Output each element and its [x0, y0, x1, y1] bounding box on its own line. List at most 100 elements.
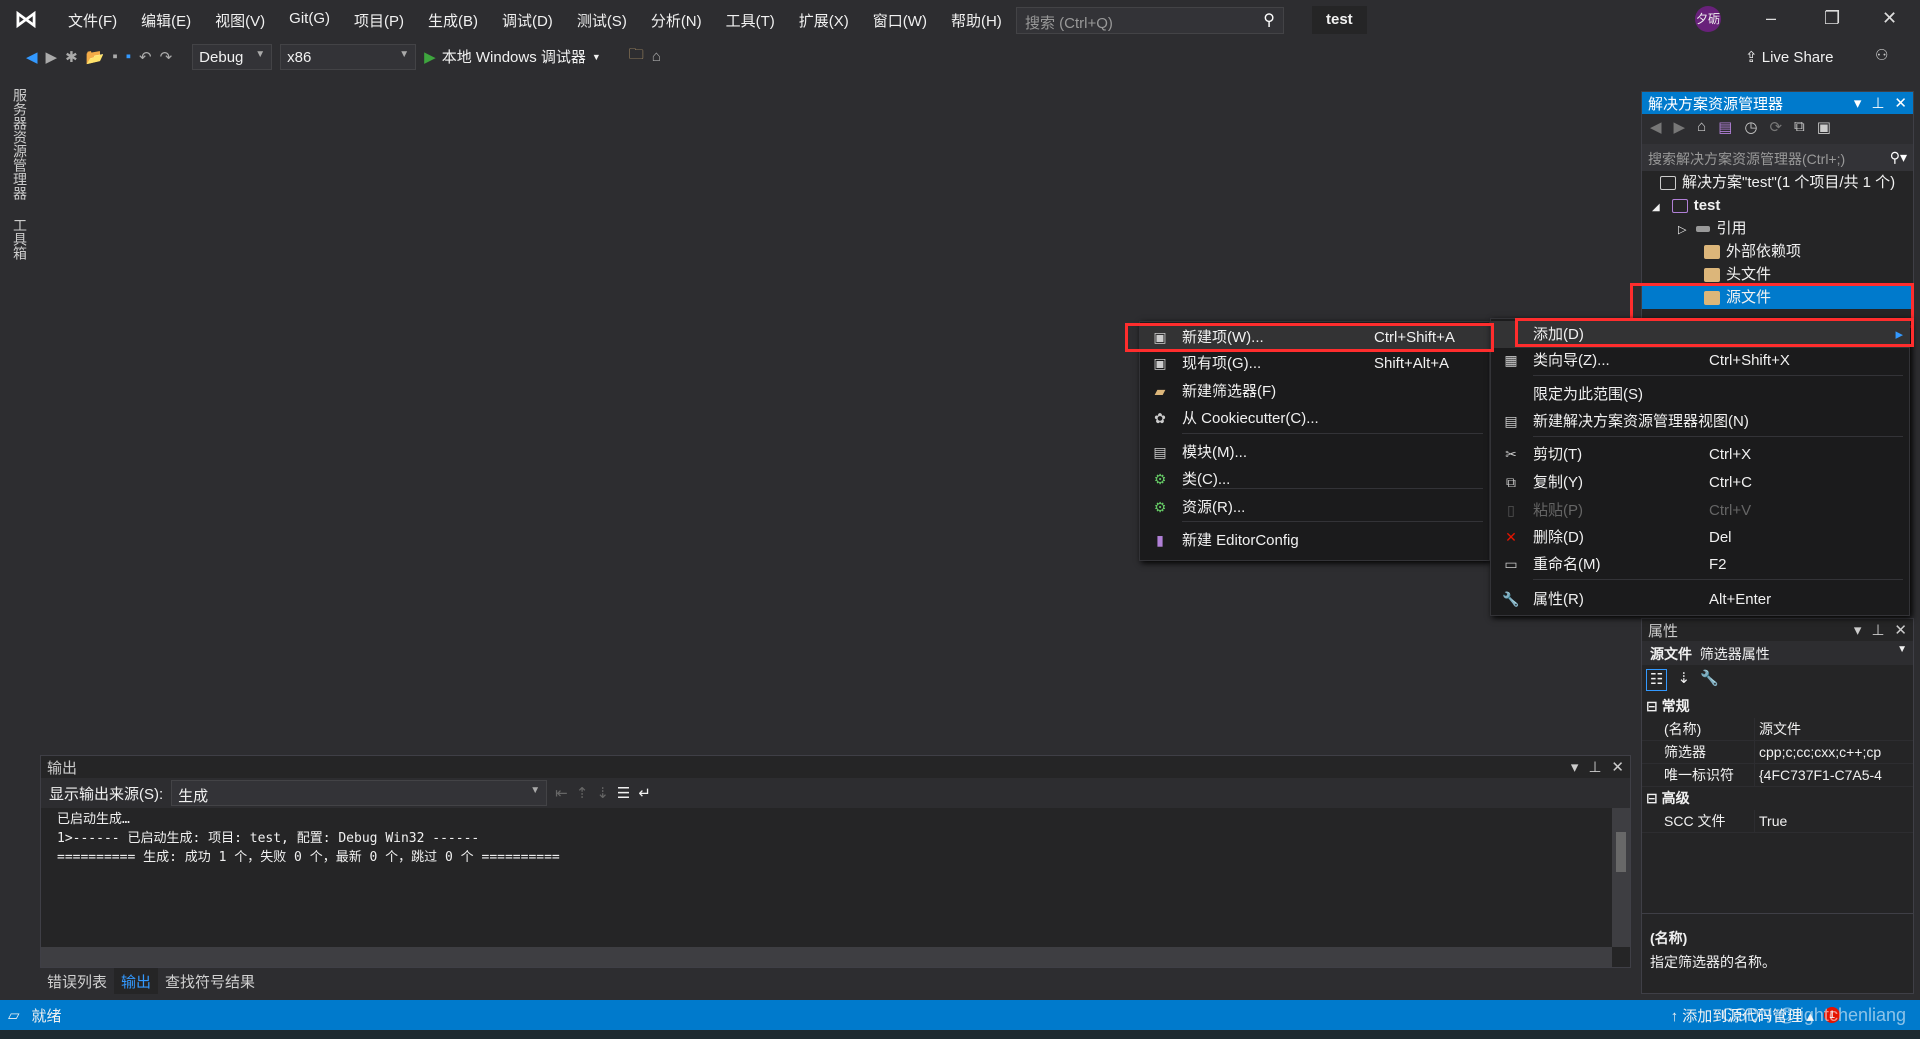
menu-item[interactable]: ✂ 剪切(T) Ctrl+X — [1491, 441, 1909, 468]
pin-icon[interactable]: ⊥ — [1871, 94, 1884, 112]
open-icon[interactable]: 📂 — [86, 48, 105, 66]
collapse-all-icon[interactable]: ⧉ — [1794, 118, 1805, 140]
save-icon[interactable]: ▪ — [112, 48, 117, 65]
menu-item[interactable]: ▮ 新建 EditorConfig — [1140, 527, 1489, 554]
menu-item[interactable]: ▤ 新建解决方案资源管理器视图(N) — [1491, 408, 1909, 435]
search-box[interactable]: 搜索 (Ctrl+Q) ⚲ — [1016, 7, 1284, 34]
menu-item[interactable]: 编辑(E) — [129, 10, 203, 31]
output-source-dropdown[interactable]: 生成 ▼ — [171, 780, 548, 806]
tab-output[interactable]: 输出 — [114, 968, 159, 994]
sync-icon[interactable]: ⟳ — [1769, 118, 1782, 140]
pin-icon[interactable]: ⊥ — [1871, 621, 1884, 639]
property-row[interactable]: SCC 文件 True — [1642, 810, 1913, 833]
platform-dropdown[interactable]: x86 ▼ — [280, 43, 417, 70]
menu-item[interactable]: 工具(T) — [714, 10, 787, 31]
menu-item[interactable]: 生成(B) — [416, 10, 490, 31]
new-project-icon[interactable]: ✱ — [65, 48, 78, 66]
go-to-location-icon[interactable]: ⇤ — [555, 784, 568, 802]
menu-item[interactable]: 🔧 属性(R) Alt+Enter — [1491, 586, 1909, 613]
close-icon[interactable]: ✕ — [1882, 8, 1897, 29]
categorized-icon[interactable]: ☷ — [1646, 669, 1668, 691]
menu-item[interactable]: 测试(S) — [565, 10, 639, 31]
property-row[interactable]: (名称) 源文件 — [1642, 718, 1913, 741]
back-icon[interactable]: ◀ — [1650, 118, 1662, 140]
category-advanced[interactable]: ⊟ 高级 — [1642, 787, 1913, 810]
menu-item[interactable]: 文件(F) — [56, 10, 129, 31]
close-icon[interactable]: ✕ — [1894, 621, 1907, 639]
menu-item[interactable]: 分析(N) — [639, 10, 714, 31]
tab-server-explorer[interactable]: 服务器资源管理器 — [10, 88, 30, 200]
tree-item-solution[interactable]: 解决方案"test"(1 个项目/共 1 个) — [1642, 171, 1913, 194]
menu-item[interactable]: ⚙ 资源(R)... — [1140, 494, 1489, 521]
menu-item[interactable]: ✿ 从 Cookiecutter(C)... — [1140, 405, 1489, 432]
clear-all-icon[interactable]: ☰ — [617, 784, 630, 802]
tree-item-project[interactable]: ◢ test — [1642, 194, 1913, 217]
tab-toolbox[interactable]: 工具箱 — [10, 218, 30, 260]
vertical-scrollbar[interactable] — [1612, 808, 1630, 947]
close-icon[interactable]: ✕ — [1611, 758, 1624, 776]
menu-item[interactable]: ▣ 新建项(W)... Ctrl+Shift+A — [1140, 324, 1489, 351]
menu-item[interactable]: 窗口(W) — [861, 10, 939, 31]
alphabetical-icon[interactable]: ⇣ — [1677, 669, 1690, 691]
menu-item[interactable]: 帮助(H) — [939, 10, 1014, 31]
tree-item-source-files[interactable]: 源文件 — [1642, 286, 1913, 309]
menu-item[interactable]: 添加(D) ▸ — [1491, 321, 1909, 348]
tab-find-symbol-results[interactable]: 查找符号结果 — [158, 968, 262, 994]
config-dropdown[interactable]: Debug ▼ — [192, 43, 273, 70]
tab-error-list[interactable]: 错误列表 — [40, 968, 114, 994]
menu-item[interactable]: Git(G) — [277, 10, 342, 31]
save-all-icon[interactable]: ▪ — [126, 48, 131, 65]
next-message-icon[interactable]: ⇣ — [596, 784, 609, 802]
live-share-button[interactable]: ⇪ Live Share — [1745, 48, 1833, 66]
property-pages-icon[interactable]: 🔧 — [1700, 669, 1719, 691]
property-row[interactable]: 唯一标识符 {4FC737F1-C7A5-4 — [1642, 764, 1913, 787]
minimize-icon[interactable]: – — [1766, 8, 1776, 29]
property-value[interactable]: cpp;c;cc;cxx;c++;cp — [1754, 741, 1913, 763]
solution-search-input[interactable]: 搜索解决方案资源管理器(Ctrl+;) ⚲▾ — [1642, 144, 1913, 171]
dropdown-icon[interactable]: ▾ — [1571, 758, 1579, 776]
menu-item[interactable]: 限定为此范围(S) — [1491, 381, 1909, 408]
property-value[interactable]: True — [1754, 810, 1913, 832]
forward-icon[interactable]: ▶ — [1674, 118, 1686, 140]
browser-link-icon[interactable]: ⌂ — [652, 48, 661, 65]
pending-changes-icon[interactable]: ◷ — [1744, 118, 1757, 140]
find-in-files-icon[interactable]: 🗀 — [629, 44, 644, 69]
forward-icon[interactable]: ▶ — [46, 48, 58, 66]
menu-item[interactable]: ▦ 类向导(Z)... Ctrl+Shift+X — [1491, 347, 1909, 374]
menu-item[interactable]: ✕ 删除(D) Del — [1491, 524, 1909, 551]
feedback-icon[interactable]: ⚇ — [1875, 46, 1888, 64]
show-all-files-icon[interactable]: ▣ — [1817, 118, 1831, 140]
restore-icon[interactable]: ❐ — [1824, 8, 1840, 29]
menu-item[interactable]: 视图(V) — [203, 10, 277, 31]
menu-item[interactable]: ▣ 现有项(G)... Shift+Alt+A — [1140, 350, 1489, 377]
output-text[interactable]: 已启动生成… 1>------ 已启动生成: 项目: test, 配置: Debu… — [41, 808, 1630, 869]
close-icon[interactable]: ✕ — [1894, 94, 1907, 112]
previous-message-icon[interactable]: ⇡ — [576, 784, 589, 802]
pin-icon[interactable]: ⊥ — [1588, 758, 1601, 776]
menu-item[interactable]: 扩展(X) — [787, 10, 861, 31]
menu-item[interactable]: ▰ 新建筛选器(F) — [1140, 378, 1489, 405]
menu-item[interactable]: ▭ 重命名(M) F2 — [1491, 551, 1909, 578]
start-debug-button[interactable]: ▶ 本地 Windows 调试器 ▼ — [424, 46, 601, 67]
category-general[interactable]: ⊟ 常规 — [1642, 695, 1913, 718]
horizontal-scrollbar[interactable] — [41, 947, 1612, 967]
redo-icon[interactable]: ↷ — [160, 48, 173, 66]
tree-item-references[interactable]: ▷ 引用 — [1642, 217, 1913, 240]
tree-item-external-deps[interactable]: 外部依赖项 — [1642, 240, 1913, 263]
home-icon[interactable]: ⌂ — [1697, 118, 1706, 140]
menu-item[interactable]: ⧉ 复制(Y) Ctrl+C — [1491, 469, 1909, 496]
menu-item[interactable]: 项目(P) — [342, 10, 416, 31]
dropdown-icon[interactable]: ▾ — [1854, 94, 1862, 112]
back-icon[interactable]: ◀ — [26, 48, 38, 66]
menu-item[interactable]: 调试(D) — [490, 10, 565, 31]
menu-item[interactable]: ▤ 模块(M)... — [1140, 439, 1489, 466]
avatar[interactable]: 夕砺 — [1695, 6, 1721, 32]
property-row[interactable]: 筛选器 cpp;c;cc;cxx;c++;cp — [1642, 741, 1913, 764]
property-value[interactable]: {4FC737F1-C7A5-4 — [1754, 764, 1913, 786]
switch-views-icon[interactable]: ▤ — [1718, 118, 1732, 140]
tree-item-header-files[interactable]: 头文件 — [1642, 263, 1913, 286]
word-wrap-icon[interactable]: ↵ — [638, 784, 651, 802]
undo-icon[interactable]: ↶ — [139, 48, 152, 66]
dropdown-icon[interactable]: ▾ — [1854, 621, 1862, 639]
property-value[interactable]: 源文件 — [1754, 718, 1913, 740]
